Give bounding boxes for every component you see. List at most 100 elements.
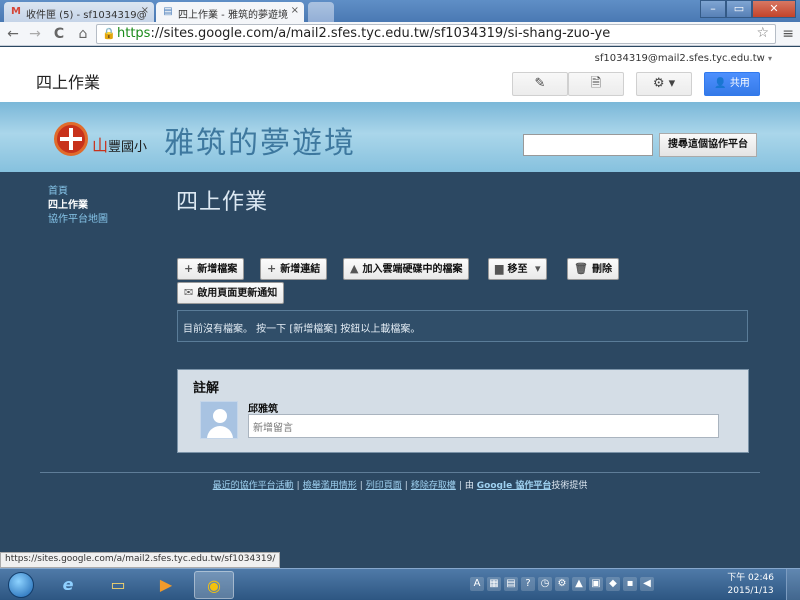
tray-icon-clock[interactable]: ◷ [538,577,552,591]
separator: | [296,481,300,491]
new-tab-button[interactable] [308,2,334,22]
forward-button[interactable]: → [26,25,44,43]
bookmark-star-icon[interactable]: ☆ [756,25,769,41]
tray-icon-ime[interactable]: A [470,577,484,591]
powered-suffix: 技術提供 [551,481,588,491]
footer-divider [40,472,760,473]
move-to-button[interactable]: ▆ 移至 ▾ [488,258,548,280]
add-file-button[interactable]: + 新增檔案 [177,258,245,280]
ie-icon[interactable]: e [48,571,88,599]
delete-button[interactable]: 🗑 刪除 [567,258,619,280]
minimize-button[interactable]: – [700,0,726,18]
trash-icon: 🗑 [574,262,588,275]
notice-text: 目前沒有檔案。 按一下 [新增檔案] 按鈕以上載檔案。 [183,324,421,335]
close-icon[interactable]: × [141,5,149,16]
user-email: sf1034319@mail2.sfes.tyc.edu.tw [594,53,765,64]
status-bar: https://sites.google.com/a/mail2.sfes.ty… [0,552,281,568]
site-banner: 山豐國小 雅筑的夢遊境 搜尋這個協作平台 [0,102,800,172]
address-bar[interactable]: 🔒 https://sites.google.com/a/mail2.sfes.… [96,24,776,44]
add-link-button[interactable]: + 新增連結 [260,258,328,280]
site-title: 四上作業 [36,73,101,92]
chrome-menu-icon[interactable]: ≡ [782,26,794,42]
close-window-button[interactable]: ✕ [752,0,796,18]
back-button[interactable]: ← [4,25,22,43]
comments-heading: 註解 [193,381,220,396]
empty-files-notice: 目前沒有檔案。 按一下 [新增檔案] 按鈕以上載檔案。 [177,310,748,342]
tray-icon-app[interactable]: ▣ [589,577,603,591]
sites-header: sf1034319@mail2.sfes.tyc.edu.tw ▾ 四上作業 ✎… [0,47,800,102]
comments-panel: 註解 邱雅筑 [177,369,749,453]
sidebar-item-home[interactable]: 首頁 [48,185,108,199]
button-label: 移至 [507,264,528,275]
tray-icon-settings[interactable]: ⚙ [555,577,569,591]
tray-icon-help[interactable]: ? [521,577,535,591]
gear-icon: ⚙ ▾ [652,76,676,91]
footer-remove-access-link[interactable]: 移除存取權 [411,481,456,491]
add-from-drive-button[interactable]: ▲ 加入雲端硬碟中的檔案 [343,258,470,280]
school-name: 山豐國小 [92,132,147,156]
tray-icon-grid[interactable]: ▦ [487,577,501,591]
more-actions-button[interactable]: ⚙ ▾ [636,72,692,96]
tab-gmail[interactable]: M 收件匣 (5) - sf1034319@ × [4,2,154,22]
sidebar-nav: 首頁 四上作業 協作平台地圖 [48,185,108,227]
window-controls: – ▭ ✕ [700,0,796,18]
tab-sites[interactable]: ▤ 四上作業 - 雅筑的夢遊境 × [156,2,304,22]
pencil-icon: ✎ [534,76,546,91]
clock-time: 下午 02:46 [727,573,774,583]
plus-icon: + [267,262,277,275]
url-scheme: https [117,26,151,41]
commenter-name: 邱雅筑 [248,404,278,415]
user-account[interactable]: sf1034319@mail2.sfes.tyc.edu.tw ▾ [595,53,772,64]
url-text: ://sites.google.com/a/mail2.sfes.tyc.edu… [150,26,611,41]
site-search-button[interactable]: 搜尋這個協作平台 [659,133,757,157]
lock-icon: 🔒 [102,27,116,40]
powered-prefix: 由 [464,481,474,491]
site-search-input[interactable] [523,134,653,156]
edit-page-button[interactable]: ✎ [512,72,568,96]
browser-titlebar: M 收件匣 (5) - sf1034319@ × ▤ 四上作業 - 雅筑的夢遊境… [0,0,800,22]
windows-taskbar: e ▭ ▶ ◉ A ▦ ▤ ? ◷ ⚙ ▲ ▣ ◆ ▪ ◀ 下午 02:46 2… [0,568,800,600]
home-button[interactable]: ⌂ [74,25,92,43]
subscribe-updates-button[interactable]: ✉ 啟用頁面更新通知 [177,282,285,304]
button-label: 新增檔案 [197,264,238,275]
tray-icon-network[interactable]: ▪ [623,577,637,591]
start-button[interactable] [8,572,34,598]
footer-google-sites-link[interactable]: Google 協作平台 [477,481,552,491]
new-page-icon: 🗎 [590,76,602,91]
share-label: 共用 [729,78,750,89]
comment-input[interactable] [248,414,719,438]
footer-recent-activity-link[interactable]: 最近的協作平台活動 [213,481,294,491]
button-label: 新增連結 [280,264,321,275]
button-label: 刪除 [591,264,612,275]
reload-button[interactable]: C [50,25,68,43]
chrome-icon[interactable]: ◉ [194,571,234,599]
gmail-icon: M [11,6,21,17]
chevron-down-icon: ▾ [534,262,541,275]
media-player-icon[interactable]: ▶ [146,571,186,599]
chevron-down-icon: ▾ [767,54,772,63]
tray-icon-security[interactable]: ◆ [606,577,620,591]
sidebar-item-sitemap[interactable]: 協作平台地圖 [48,213,108,227]
show-desktop-button[interactable] [786,569,800,600]
file-explorer-icon[interactable]: ▭ [98,571,138,599]
close-icon[interactable]: × [291,5,299,16]
banner-title: 雅筑的夢遊境 [164,126,356,161]
new-page-button[interactable]: 🗎 [568,72,624,96]
separator: | [359,481,363,491]
taskbar-clock[interactable]: 下午 02:46 2015/1/13 [727,572,774,598]
footer-print-link[interactable]: 列印頁面 [366,481,402,491]
tray-icon-doc[interactable]: ▤ [504,577,518,591]
logo-mountain-char: 山 [92,136,109,155]
share-button[interactable]: 👤 共用 [704,72,760,96]
browser-toolbar: ← → C ⌂ 🔒 https://sites.google.com/a/mai… [0,22,800,46]
page-title: 四上作業 [176,190,269,215]
drive-icon: ▲ [350,262,359,275]
avatar [200,401,238,439]
tray-icon-acrobat[interactable]: ▲ [572,577,586,591]
maximize-button[interactable]: ▭ [726,0,752,18]
school-logo-icon [54,122,88,156]
footer-report-abuse-link[interactable]: 檢舉濫用情形 [303,481,357,491]
plus-icon: + [184,262,194,275]
volume-icon[interactable]: ◀ [640,577,654,591]
sidebar-item-current[interactable]: 四上作業 [48,199,108,213]
